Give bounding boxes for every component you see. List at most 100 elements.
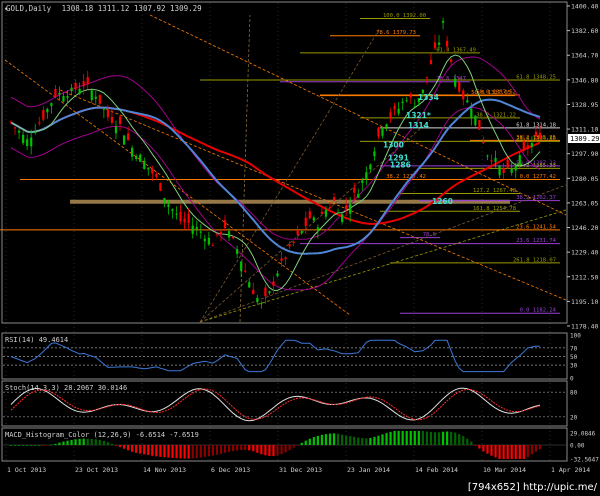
candle-body (280, 258, 283, 261)
macd-histogram-bar (357, 437, 360, 445)
sr-label: 1300 (383, 141, 404, 150)
fib-level-label: 0.0 1277.42 (520, 174, 556, 180)
sr-label: 1334 (418, 93, 439, 102)
candle-body (26, 139, 29, 146)
price-tick-label: 1229.40 (571, 249, 598, 257)
macd-histogram-bar (159, 445, 162, 457)
macd-histogram-bar (240, 445, 243, 451)
candle-body (506, 159, 509, 168)
macd-histogram-bar (167, 445, 170, 458)
candle-body (66, 96, 69, 98)
candle-body (284, 257, 287, 260)
macd-histogram-bar (66, 440, 69, 445)
candle-body (147, 167, 150, 170)
macd-histogram-bar (183, 445, 186, 459)
macd-histogram-bar (42, 445, 45, 446)
macd-axis-label: 0.00 (570, 443, 585, 450)
macd-histogram-bar (78, 438, 81, 445)
macd-histogram-bar (445, 431, 449, 445)
macd-histogram-bar (272, 445, 275, 457)
candle-body (94, 96, 97, 99)
macd-histogram-bar (340, 434, 344, 445)
macd-histogram-bar (90, 438, 93, 445)
date-tick-label: 10 Mar 2014 (483, 466, 526, 474)
macd-histogram-bar (54, 443, 57, 445)
macd-histogram-bar (236, 445, 239, 451)
svg-text:1309.29: 1309.29 (570, 135, 600, 143)
macd-histogram-bar (163, 445, 166, 458)
macd-histogram-bar (365, 438, 368, 445)
macd-histogram-bar (490, 445, 493, 456)
macd-histogram-bar (466, 438, 469, 445)
macd-histogram-bar (296, 445, 299, 446)
price-tick-label: 1328.95 (571, 101, 598, 109)
fib-level-label: 38.2 1262.37 (516, 195, 556, 201)
fib-level-label: 261.8 1218.07 (513, 257, 556, 263)
candle-body (54, 88, 57, 97)
price-tick-label: 1364.70 (571, 52, 598, 60)
candle-body (171, 209, 174, 211)
macd-histogram-bar (482, 445, 485, 452)
macd-histogram-bar (361, 438, 364, 445)
price-tick-label: 1195.10 (571, 298, 598, 306)
candle-body (114, 126, 118, 134)
macd-axis-label: -32.5647 (570, 457, 599, 464)
candle-body (131, 147, 134, 157)
price-tick-label: 1280.05 (571, 175, 598, 183)
fib-level-label: 78.6 1379.73 (376, 30, 416, 36)
candle-body (240, 261, 243, 271)
candle-body (215, 233, 219, 235)
macd-histogram-bar (433, 432, 437, 445)
fib-level-label: 61.8 1367.49 (436, 47, 476, 53)
candle-body (300, 231, 303, 234)
date-tick-label: 31 Dec 2013 (279, 466, 322, 474)
macd-histogram-bar (328, 433, 332, 445)
macd-histogram-bar (30, 445, 33, 446)
macd-histogram-bar (227, 445, 231, 452)
price-tick-label: 1246.20 (571, 224, 598, 232)
macd-histogram-bar (50, 444, 53, 446)
fib-level-label: 38.2 1321.22 (476, 112, 516, 118)
macd-histogram-bar (518, 445, 521, 459)
candle-body (159, 183, 162, 191)
candle-body (405, 100, 408, 102)
candle-body (324, 209, 328, 217)
candle-body (292, 241, 295, 243)
chart-background (0, 0, 600, 496)
candle-body (345, 205, 348, 209)
candle-body (361, 180, 364, 183)
macd-histogram-bar (538, 445, 542, 450)
macd-histogram-bar (211, 445, 215, 456)
candle-body (42, 110, 45, 120)
candle-body (219, 231, 223, 235)
fib-level-label: 38.2 1285.33 (516, 163, 556, 169)
date-tick-label: 23 Oct 2013 (75, 466, 118, 474)
macd-histogram-bar (102, 440, 105, 445)
candle-body (126, 133, 130, 140)
rsi-axis-label: 0 (570, 376, 574, 383)
macd-histogram-bar (82, 438, 85, 445)
gold-daily-chart[interactable]: 100.0 1392.00 78.6 1379.73 61.8 1367.49 78.… (0, 0, 600, 496)
candle-body (450, 59, 453, 62)
macd-histogram-bar (486, 445, 489, 454)
stoch-axis-label: 80 (570, 390, 578, 397)
sr-label: 1314 (408, 121, 429, 130)
candle-body (389, 112, 392, 119)
macd-histogram-bar (462, 436, 465, 445)
candle-body (211, 245, 215, 247)
macd-histogram-bar (46, 445, 49, 446)
candle-body (526, 145, 529, 150)
candle-body (288, 244, 291, 247)
collapse-arrow-icon[interactable]: ▾ (4, 5, 8, 13)
candle-body (268, 291, 271, 294)
candle-body (429, 60, 433, 65)
rsi-label: RSI(14) 49.4614 (5, 336, 68, 344)
candle-body (135, 156, 138, 159)
fib-level-label: 161.8 1254.78 (473, 206, 516, 212)
candle-body (155, 174, 158, 177)
macd-histogram-bar (195, 445, 198, 459)
macd-histogram-bar (248, 445, 251, 451)
sr-label: 1321* (406, 111, 431, 120)
candle-body (179, 211, 182, 222)
candle-body (260, 303, 263, 305)
